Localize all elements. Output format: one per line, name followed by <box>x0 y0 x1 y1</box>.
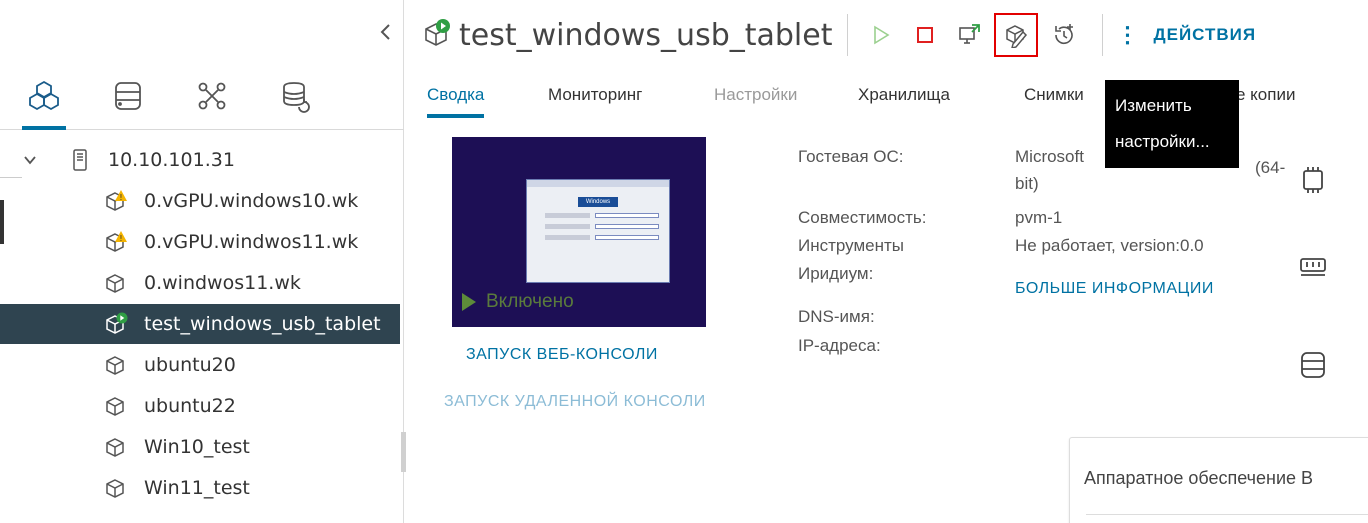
edit-vm-icon <box>1005 25 1027 48</box>
launch-web-console-link[interactable]: ЗАПУСК ВЕБ-КОНСОЛИ <box>466 346 658 364</box>
vm-label: test_windows_usb_tablet <box>144 313 381 335</box>
vm-label: Win10_test <box>144 436 250 458</box>
snapshot-button[interactable] <box>1044 16 1082 54</box>
vm-running-icon <box>423 18 451 53</box>
host-icon <box>68 148 92 172</box>
ip-address-label: IP-адреса: <box>798 336 881 355</box>
launch-remote-console-link[interactable]: ЗАПУСК УДАЛЕННОЙ КОНСОЛИ <box>444 393 706 411</box>
storage-icon[interactable] <box>106 76 150 116</box>
cpu-icon <box>1298 165 1328 195</box>
guest-os-value: Microsoft <box>1015 147 1084 166</box>
compatibility-value: pvm-1 <box>1015 208 1063 227</box>
compatibility-label: Совместимость: <box>798 208 927 227</box>
tree-vm-row[interactable]: test_windows_usb_tablet <box>0 304 400 344</box>
power-on-button[interactable] <box>862 16 900 54</box>
more-vertical-icon: ⋮ <box>1116 22 1140 47</box>
vm-warning-icon: ! <box>104 230 128 254</box>
edit-settings-button[interactable] <box>993 13 1038 57</box>
vms-and-templates-icon[interactable] <box>22 76 66 130</box>
collapse-pane-icon[interactable] <box>379 22 393 42</box>
divider <box>1101 14 1103 56</box>
stop-icon <box>916 27 933 43</box>
tab-datastores[interactable]: Хранилища <box>858 78 950 118</box>
tooltip-line: настройки... <box>1115 132 1210 151</box>
tree-vm-row[interactable]: Win11_test <box>0 468 400 508</box>
dns-name-label: DNS-имя: <box>798 307 875 326</box>
console-preview[interactable]: Windows Включено <box>452 137 706 327</box>
page-title: test_windows_usb_tablet <box>459 17 833 53</box>
tab-monitor[interactable]: Мониторинг <box>548 78 642 118</box>
inventory-header <box>0 0 403 64</box>
play-icon <box>873 25 890 45</box>
power-state-label: Включено <box>462 291 574 313</box>
vm-icon <box>104 271 128 295</box>
windows-logo: Windows <box>578 197 618 207</box>
snapshot-icon <box>1054 24 1073 45</box>
vm-label: Win11_test <box>144 477 250 499</box>
svg-text:!: ! <box>119 234 122 243</box>
tree-vm-row[interactable]: 0.windwos11.wk <box>0 263 400 303</box>
host-label: 10.10.101.31 <box>108 149 235 171</box>
power-off-button[interactable] <box>906 16 944 54</box>
tree-vm-row[interactable]: ubuntu20 <box>0 345 400 385</box>
hardware-card-body <box>1086 514 1368 523</box>
vm-running-icon <box>104 312 128 336</box>
vm-label: 0.vGPU.windwos11.wk <box>144 231 359 253</box>
svg-text:!: ! <box>119 193 122 202</box>
power-state-text: Включено <box>486 291 574 312</box>
console-icon <box>958 24 980 44</box>
actions-menu-button[interactable]: ⋮ ДЕЙСТВИЯ <box>1117 22 1257 48</box>
tab-backups[interactable]: е копии <box>1236 78 1295 118</box>
vm-icon <box>104 394 128 418</box>
hardware-card: Аппаратное обеспечение В <box>1069 437 1368 523</box>
tools-value: Не работает, version:0.0 <box>1015 236 1204 255</box>
main-content: test_windows_usb_tablet ⋮ ДЕЙСТВИЯ Сводк… <box>405 0 1368 523</box>
tab-snapshots[interactable]: Снимки <box>1024 78 1084 118</box>
tree-vm-row[interactable]: ! 0.vGPU.windows10.wk <box>0 181 400 221</box>
more-info-link[interactable]: БОЛЬШЕ ИНФОРМАЦИИ <box>1015 280 1214 298</box>
guest-os-label: Гостевая ОС: <box>798 147 904 166</box>
vm-warning-icon: ! <box>104 189 128 213</box>
vm-label: 0.vGPU.windows10.wk <box>144 190 359 212</box>
disk-icon <box>1298 350 1328 380</box>
setup-window-thumbnail: Windows <box>526 179 670 283</box>
iridium-label: Иридиум: <box>798 264 874 283</box>
inventory-pane: 10.10.101.31! 0.vGPU.windows10.wk! 0.vGPU.… <box>0 0 406 523</box>
guest-os-value-suffix: (64- <box>1255 158 1286 177</box>
hardware-card-title: Аппаратное обеспечение В <box>1084 468 1314 488</box>
vm-icon <box>104 476 128 500</box>
title-bar: test_windows_usb_tablet ⋮ ДЕЙСТВИЯ <box>423 10 1256 60</box>
play-icon <box>462 293 476 311</box>
vm-label: 0.windwos11.wk <box>144 272 301 294</box>
tree-vm-row[interactable]: Win10_test <box>0 427 400 467</box>
vm-label: ubuntu20 <box>144 354 236 376</box>
vm-icon <box>104 353 128 377</box>
datastore-cluster-icon[interactable] <box>274 76 318 116</box>
vm-label: ubuntu22 <box>144 395 236 417</box>
chevron-down-icon[interactable] <box>22 152 38 168</box>
tree-vm-row[interactable]: ubuntu22 <box>0 386 400 426</box>
actions-label: ДЕЙСТВИЯ <box>1153 25 1257 44</box>
tree-host-row[interactable]: 10.10.101.31 <box>0 140 400 180</box>
divider <box>846 14 848 56</box>
tooltip: Изменить настройки... <box>1105 80 1239 168</box>
guest-os-value-cont: bit) <box>1015 174 1039 193</box>
tooltip-line: Изменить <box>1115 96 1192 115</box>
tree-vm-row[interactable]: ! 0.vGPU.windwos11.wk <box>0 222 400 262</box>
tab-configure[interactable]: Настройки <box>714 78 797 118</box>
tools-label: Инструменты <box>798 236 905 255</box>
inventory-tabs <box>0 64 404 130</box>
vm-icon <box>104 435 128 459</box>
network-icon[interactable] <box>190 76 234 116</box>
launch-console-button[interactable] <box>950 16 988 54</box>
tab-summary[interactable]: Сводка <box>427 78 485 118</box>
memory-icon <box>1298 253 1328 283</box>
